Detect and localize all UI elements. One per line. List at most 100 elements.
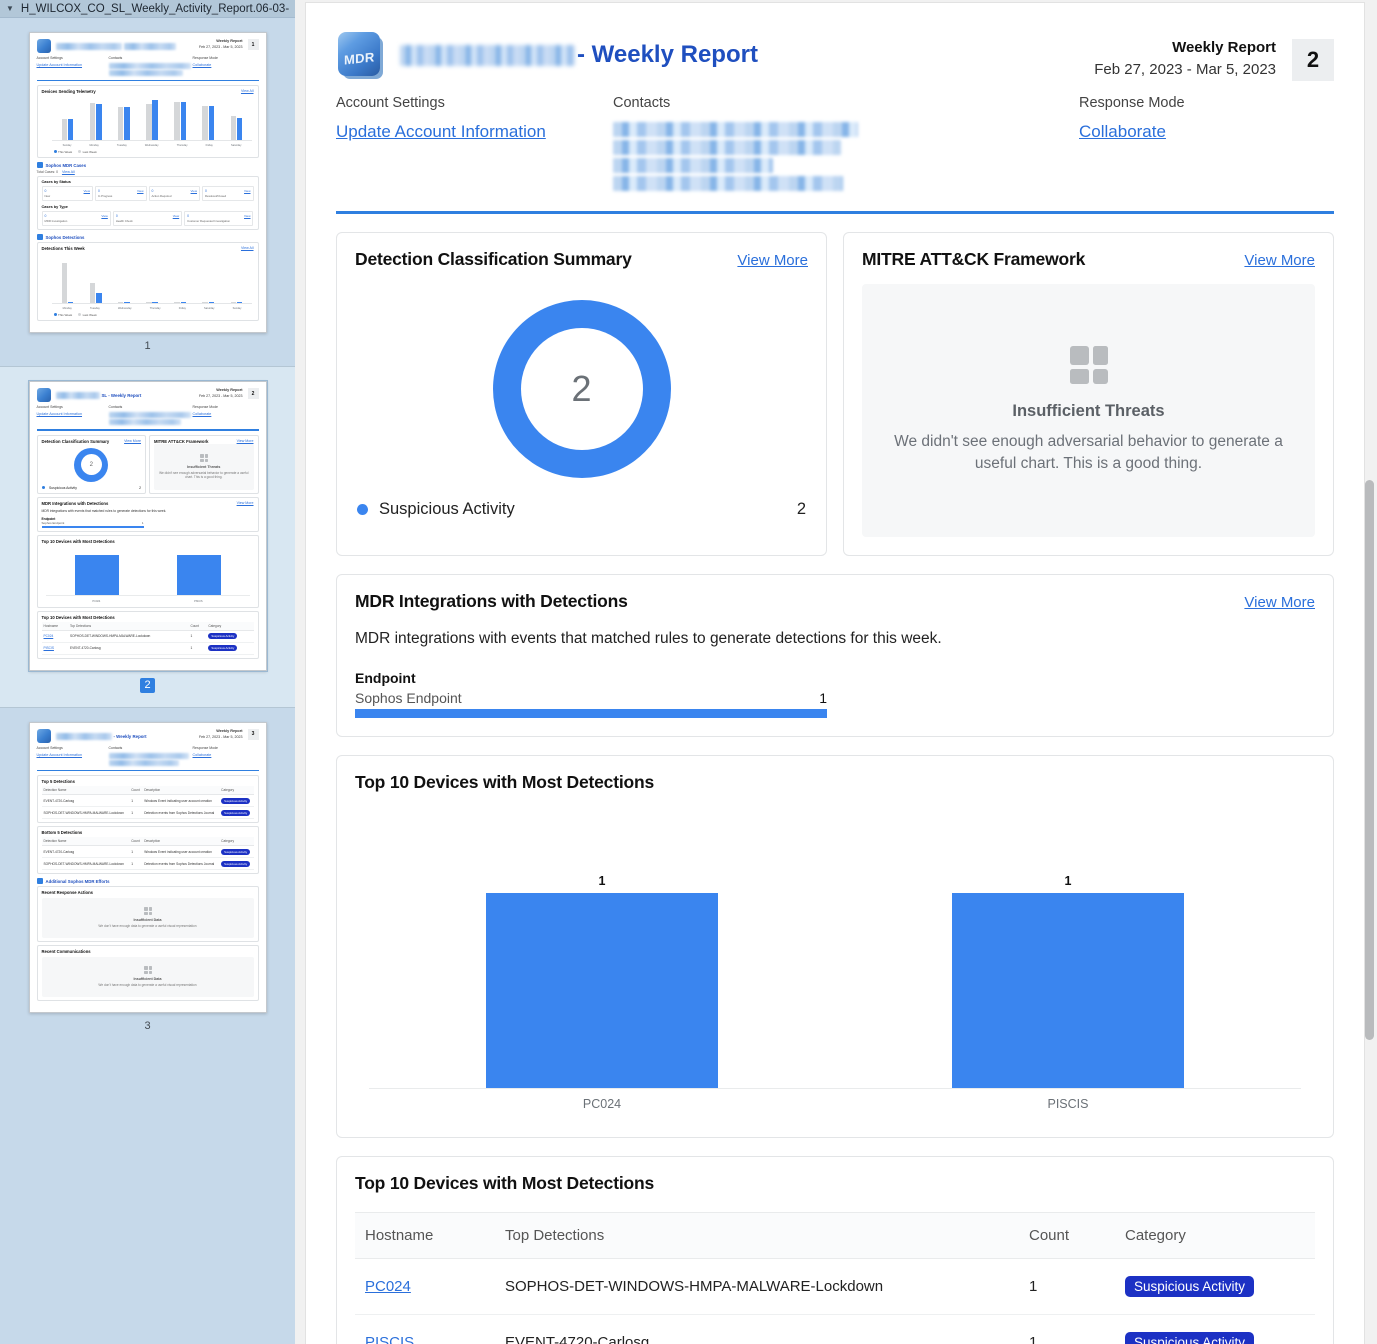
thumb3-comms-card[interactable]: Recent Communications Insufficient Data … — [36, 944, 259, 1001]
cell-hostname: PISCIS — [355, 1314, 495, 1344]
integration-bar-row: Sophos Endpoint 1 — [355, 690, 827, 718]
table-header-row: Hostname Top Detections Count Category — [355, 1212, 1315, 1259]
legend-color-dot — [357, 504, 368, 515]
thumb-bar — [61, 118, 68, 140]
mitre-view-more[interactable]: View More — [1244, 252, 1315, 269]
page-label-2-badge[interactable]: 2 — [140, 677, 155, 693]
integration-count: 1 — [819, 690, 827, 706]
thumb2-mitre-card[interactable]: MITRE ATT&CK Framework View More Insuffi… — [149, 434, 259, 495]
thumb-case-tile[interactable]: 0 View Health Check — [112, 211, 183, 227]
thumb-case-tile[interactable]: 0 View New — [41, 186, 93, 202]
mdr-integrations-view-more[interactable]: View More — [1244, 594, 1315, 611]
thumb-bar — [124, 106, 130, 140]
page-number-badge: 2 — [1292, 39, 1334, 81]
thumb-bar — [124, 302, 130, 303]
thumb-bar-label: Saturday — [231, 144, 242, 148]
thumb2-devices-table-card[interactable]: Top 10 Devices with Most Detections Host… — [36, 610, 259, 659]
thumbnail-canvas-1[interactable]: Weekly Report Feb 27, 2023 - Mar 5, 2023… — [28, 32, 267, 334]
thumb-bar-group — [146, 99, 158, 140]
scrollbar-thumb[interactable] — [1365, 480, 1374, 1040]
thumb-bar — [146, 103, 152, 140]
thumb-col-header: Detection Name — [41, 786, 130, 796]
page-label-1[interactable]: 1 — [0, 333, 295, 366]
page-title: - Weekly Report — [400, 29, 1094, 69]
account-settings-label: Account Settings — [336, 95, 445, 111]
thumb-bar — [74, 555, 119, 596]
contacts-col: Contacts — [613, 95, 1079, 191]
thumbnail-page-2[interactable]: SL - Weekly Report Weekly Report Feb 27,… — [0, 367, 295, 707]
thumb-case-tile[interactable]: 0 View MDR Investigation — [41, 211, 111, 227]
thumb-bar-label: PC024 — [92, 599, 101, 603]
summary-cards-row: Detection Classification Summary View Mo… — [336, 232, 1334, 556]
thumb1-telemetry-viewall[interactable]: View All — [241, 89, 254, 93]
legend-value: 2 — [796, 500, 806, 518]
table-row: PISCIS EVENT-4720-Carlosg 1 Suspicious Acti… — [355, 1314, 1315, 1344]
mdr-logo-icon — [36, 39, 51, 53]
thumb1-detections-card[interactable]: Detections This Week View All Monday Tues… — [36, 242, 259, 322]
thumb1-pagebox: 1 — [247, 39, 259, 50]
thumb1-telemetry-chart: Sunday Monday Tuesday Wednesday Thursday Frid… — [42, 97, 254, 149]
thumb-bar-label: Sunday — [62, 144, 72, 148]
thumb2-integrations-card[interactable]: MDR Integrations with Detections View Mo… — [36, 497, 259, 532]
thumb3-actions-card[interactable]: Recent Response Actions Insufficient Dat… — [36, 886, 259, 942]
thumb3-top5-card[interactable]: Top 5 Detections Detection Name Count Desc… — [36, 775, 259, 824]
thumbnail-canvas-2[interactable]: SL - Weekly Report Weekly Report Feb 27,… — [27, 380, 268, 672]
thumb-bar — [208, 302, 215, 303]
bar-rect — [486, 893, 718, 1088]
thumb1-mode-link[interactable]: Collaborate — [193, 63, 259, 67]
mitre-empty-text: We didn't see enough adversarial behavio… — [894, 432, 1283, 472]
thumb-bar-label: Wednesday — [117, 307, 132, 311]
thumb1-cases-card[interactable]: Cases by Status 0 View New 0 View In Progress… — [36, 176, 259, 231]
cell-hostname: PC024 — [355, 1258, 495, 1315]
thumb-bar — [67, 118, 74, 140]
thumb-bar-group — [230, 116, 243, 140]
thumb-case-tile[interactable]: 0 View In Progress — [95, 186, 147, 202]
thumb2-donut: 2 — [74, 447, 109, 482]
page-thumbnail-sidebar[interactable]: ▼ H_WILCOX_CO_SL_Weekly_Activity_Report.… — [0, 0, 295, 1344]
thumbnail-page-1[interactable]: Weekly Report Feb 27, 2023 - Mar 5, 2023… — [0, 18, 295, 366]
triangle-down-icon[interactable]: ▼ — [6, 4, 14, 13]
thumb2-detection-card[interactable]: Detection Classification Summary View Mo… — [36, 434, 146, 495]
thumb-col-header: Top Detections — [67, 621, 189, 631]
mitre-title: MITRE ATT&CK Framework — [862, 249, 1086, 269]
thumb-col-header: Category — [219, 786, 254, 796]
page-label-3[interactable]: 3 — [0, 1013, 295, 1046]
thumb1-update-link[interactable]: Update Account Information — [37, 63, 109, 67]
page-label-2[interactable]: 2 — [0, 671, 295, 707]
thumb-bar — [236, 302, 243, 303]
hostname-link[interactable]: PC024 — [365, 1278, 411, 1295]
response-mode-link[interactable]: Collaborate — [1079, 122, 1334, 142]
thumb1-total-cases: Total Cases: 0 — [36, 170, 58, 175]
thumbnail-page-3[interactable]: - Weekly Report Weekly Report Feb 27, 20… — [0, 708, 295, 1046]
file-title-tab[interactable]: ▼ H_WILCOX_CO_SL_Weekly_Activity_Report.… — [0, 0, 295, 18]
thumb-case-tile[interactable]: 0 View Action Required — [148, 186, 200, 202]
cell-category: Suspicious Activity — [1115, 1258, 1315, 1315]
bar-x-label: PISCIS — [1047, 1097, 1089, 1111]
thumbnail-canvas-3[interactable]: - Weekly Report Weekly Report Feb 27, 20… — [28, 721, 267, 1013]
top-devices-chart-card: Top 10 Devices with Most Detections 1 1 P… — [336, 755, 1334, 1138]
thumb-bar — [176, 555, 221, 596]
thumb-bar — [117, 107, 124, 140]
thumb-case-tile[interactable]: 0 View Customer Requested Investigation — [184, 211, 254, 227]
thumb1-dates: Weekly Report Feb 27, 2023 - Mar 5, 2023 — [198, 39, 243, 49]
thumb-bar-label: Monday — [89, 144, 99, 148]
thumb-bar-label: Sunday — [232, 307, 242, 311]
thumb3-bottom5-card[interactable]: Bottom 5 Detections Detection Name Count D… — [36, 826, 259, 875]
thumb-bar-group — [230, 302, 243, 303]
thumb-bar-group — [61, 262, 74, 303]
vertical-scrollbar[interactable] — [1363, 0, 1375, 1344]
thumb2-devices-chart-card[interactable]: Top 10 Devices with Most Detections PC02… — [36, 534, 259, 608]
detection-classification-view-more[interactable]: View More — [737, 252, 808, 269]
document-viewport[interactable]: MDR - Weekly Report Weekly Report Feb 27… — [295, 0, 1377, 1344]
thumb-table-row: PISCIS EVENT-4720-Carlosg 1 Suspicious Acti… — [41, 642, 254, 655]
thumb-case-tile[interactable]: 0 View Resolved/Closed — [202, 186, 254, 202]
hostname-link[interactable]: PISCIS — [365, 1334, 414, 1344]
thumb2-title: SL - Weekly Report — [55, 388, 194, 400]
thumb1-cases-view[interactable]: View All — [62, 170, 75, 174]
thumb-table-row: EVENT-4720-Carlosg 1 Windows Event indicat… — [41, 845, 254, 859]
update-account-information-link[interactable]: Update Account Information — [336, 122, 613, 142]
thumb1-telemetry-card[interactable]: Devices Sending Telemetry View All Sunda… — [36, 85, 259, 159]
grid-squares-icon — [199, 453, 208, 462]
col-hostname: Hostname — [355, 1212, 495, 1259]
thumb1-accent-rule — [36, 80, 259, 82]
